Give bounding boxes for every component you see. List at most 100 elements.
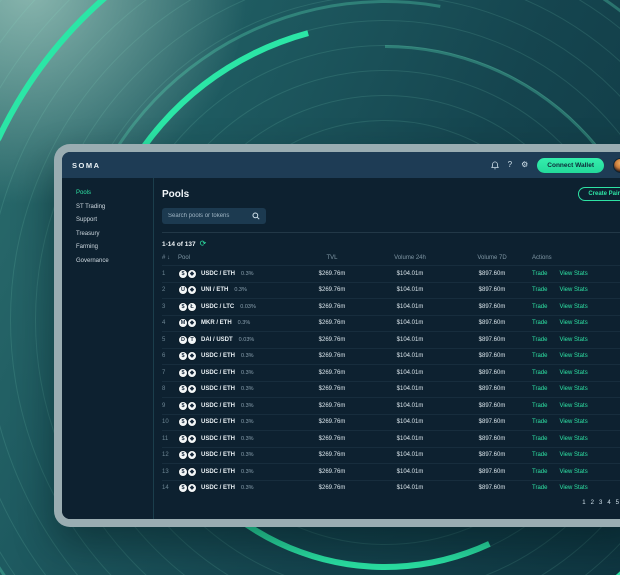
view-stats-link[interactable]: View Stats xyxy=(559,320,587,326)
token2-icon: Ł xyxy=(187,301,197,312)
trade-link[interactable]: Trade xyxy=(532,287,547,293)
pair-label: USDC / ETH xyxy=(201,386,236,393)
row-rank: 8 xyxy=(162,386,166,393)
header-pool: Pool xyxy=(178,255,191,261)
table-row: 11 $ ◆ USDC / ETH 0.3% $269.76m $104.01m… xyxy=(162,430,620,447)
pair-label: USDC / LTC xyxy=(201,303,235,310)
trade-link[interactable]: Trade xyxy=(532,386,547,392)
desktop-background: SOMA ? ⚙ Connect Wallet Pools ST Trading S… xyxy=(0,0,620,575)
actions-cell: Trade View Stats xyxy=(532,452,620,458)
fee-label: 0.3% xyxy=(241,402,254,409)
bell-icon[interactable] xyxy=(490,160,499,170)
view-stats-link[interactable]: View Stats xyxy=(559,452,587,458)
view-stats-link[interactable]: View Stats xyxy=(559,304,587,310)
view-stats-link[interactable]: View Stats xyxy=(559,271,587,277)
result-count: 1-14 of 137 xyxy=(162,240,196,248)
vol24-cell: $104.01m xyxy=(396,287,424,294)
row-rank: 5 xyxy=(162,336,166,343)
sidebar-item-support[interactable]: Support xyxy=(76,217,153,223)
pair-label: USDC / ETH xyxy=(201,468,236,475)
vol24-cell: $104.01m xyxy=(396,369,424,376)
vol24-cell: $104.01m xyxy=(396,386,424,393)
trade-link[interactable]: Trade xyxy=(532,485,547,491)
tvl-cell: $269.76m xyxy=(318,336,346,343)
view-stats-link[interactable]: View Stats xyxy=(559,337,587,343)
trade-link[interactable]: Trade xyxy=(532,419,547,425)
help-icon[interactable]: ? xyxy=(508,161,512,169)
vol7-cell: $897.60m xyxy=(478,386,506,393)
pool-cell: $ ◆ USDC / ETH 0.3% xyxy=(178,268,296,279)
pair-label: DAI / USDT xyxy=(201,336,233,343)
tvl-cell: $269.76m xyxy=(318,386,346,393)
table-row: 6 $ ◆ USDC / ETH 0.3% $269.76m $104.01m … xyxy=(162,347,620,365)
view-stats-link[interactable]: View Stats xyxy=(559,485,587,491)
table-row: 3 $ Ł USDC / LTC 0.03% $269.76m $104.01m… xyxy=(162,298,620,315)
vol24-cell: $104.01m xyxy=(396,402,424,409)
refresh-icon[interactable]: ⟳ xyxy=(200,240,207,248)
connect-wallet-button[interactable]: Connect Wallet xyxy=(537,157,604,173)
fee-label: 0.3% xyxy=(241,485,254,492)
page-number-3[interactable]: 3 xyxy=(599,500,602,506)
view-stats-link[interactable]: View Stats xyxy=(559,370,587,376)
vol7-cell: $897.60m xyxy=(478,369,506,376)
sidebar-item-pools[interactable]: Pools xyxy=(76,190,153,196)
view-stats-link[interactable]: View Stats xyxy=(559,469,587,475)
trade-link[interactable]: Trade xyxy=(532,452,547,458)
trade-link[interactable]: Trade xyxy=(532,403,547,409)
pool-cell: $ ◆ USDC / ETH 0.3% xyxy=(178,400,296,411)
user-avatar[interactable] xyxy=(613,157,620,173)
header-rank[interactable]: # ↓ xyxy=(162,255,178,261)
page-number-1[interactable]: 1 xyxy=(582,500,585,506)
table-row: 2 U ◆ UNI / ETH 0.3% $269.76m $104.01m $… xyxy=(162,281,620,299)
search-box[interactable] xyxy=(162,208,266,224)
header-tvl: TVL xyxy=(326,255,338,261)
header-actions: Actions xyxy=(532,255,552,261)
page-number-4[interactable]: 4 xyxy=(607,500,610,506)
vol7-cell: $897.60m xyxy=(478,353,506,360)
view-stats-link[interactable]: View Stats xyxy=(559,403,587,409)
sidebar-item-treasury[interactable]: Treasury xyxy=(76,231,153,237)
trade-link[interactable]: Trade xyxy=(532,337,547,343)
view-stats-link[interactable]: View Stats xyxy=(559,287,587,293)
fee-label: 0.3% xyxy=(241,270,254,277)
pair-label: MKR / ETH xyxy=(201,320,232,327)
trade-link[interactable]: Trade xyxy=(532,436,547,442)
pool-cell: $ ◆ USDC / ETH 0.3% xyxy=(178,351,296,362)
vol24-cell: $104.01m xyxy=(396,485,424,492)
search-input[interactable] xyxy=(168,213,252,219)
view-stats-link[interactable]: View Stats xyxy=(559,436,587,442)
sidebar-item-st-trading[interactable]: ST Trading xyxy=(76,204,153,210)
gear-icon[interactable]: ⚙ xyxy=(521,161,528,169)
topbar: SOMA ? ⚙ Connect Wallet xyxy=(62,152,620,178)
tvl-cell: $269.76m xyxy=(318,287,346,294)
trade-link[interactable]: Trade xyxy=(532,353,547,359)
fee-label: 0.3% xyxy=(241,353,254,360)
fee-label: 0.3% xyxy=(241,435,254,442)
actions-cell: Trade View Stats xyxy=(532,419,620,425)
trade-link[interactable]: Trade xyxy=(532,271,547,277)
view-stats-link[interactable]: View Stats xyxy=(559,353,587,359)
view-stats-link[interactable]: View Stats xyxy=(559,386,587,392)
pair-label: USDC / ETH xyxy=(201,419,236,426)
sidebar-item-farming[interactable]: Farming xyxy=(76,244,153,250)
view-stats-link[interactable]: View Stats xyxy=(559,419,587,425)
fee-label: 0.3% xyxy=(234,287,247,294)
pair-label: USDC / ETH xyxy=(201,435,236,442)
tvl-cell: $269.76m xyxy=(318,353,346,360)
sidebar-item-governance[interactable]: Governance xyxy=(76,258,153,264)
create-pair-button[interactable]: Create Pair xyxy=(578,187,620,201)
fee-label: 0.3% xyxy=(241,452,254,459)
row-rank: 6 xyxy=(162,353,166,360)
trade-link[interactable]: Trade xyxy=(532,304,547,310)
trade-link[interactable]: Trade xyxy=(532,320,547,326)
actions-cell: Trade View Stats xyxy=(532,403,620,409)
trade-link[interactable]: Trade xyxy=(532,370,547,376)
row-rank: 4 xyxy=(162,320,166,327)
main-content: Pools Create Pair 1-14 of 137 ⟳ # ↓ P xyxy=(154,178,620,519)
trade-link[interactable]: Trade xyxy=(532,469,547,475)
pool-cell: M ◆ MKR / ETH 0.3% xyxy=(178,318,296,329)
page-number-2[interactable]: 2 xyxy=(591,500,594,506)
pagination: 12345› xyxy=(162,500,620,512)
token2-icon: ◆ xyxy=(187,384,197,395)
page-number-5[interactable]: 5 xyxy=(616,500,619,506)
